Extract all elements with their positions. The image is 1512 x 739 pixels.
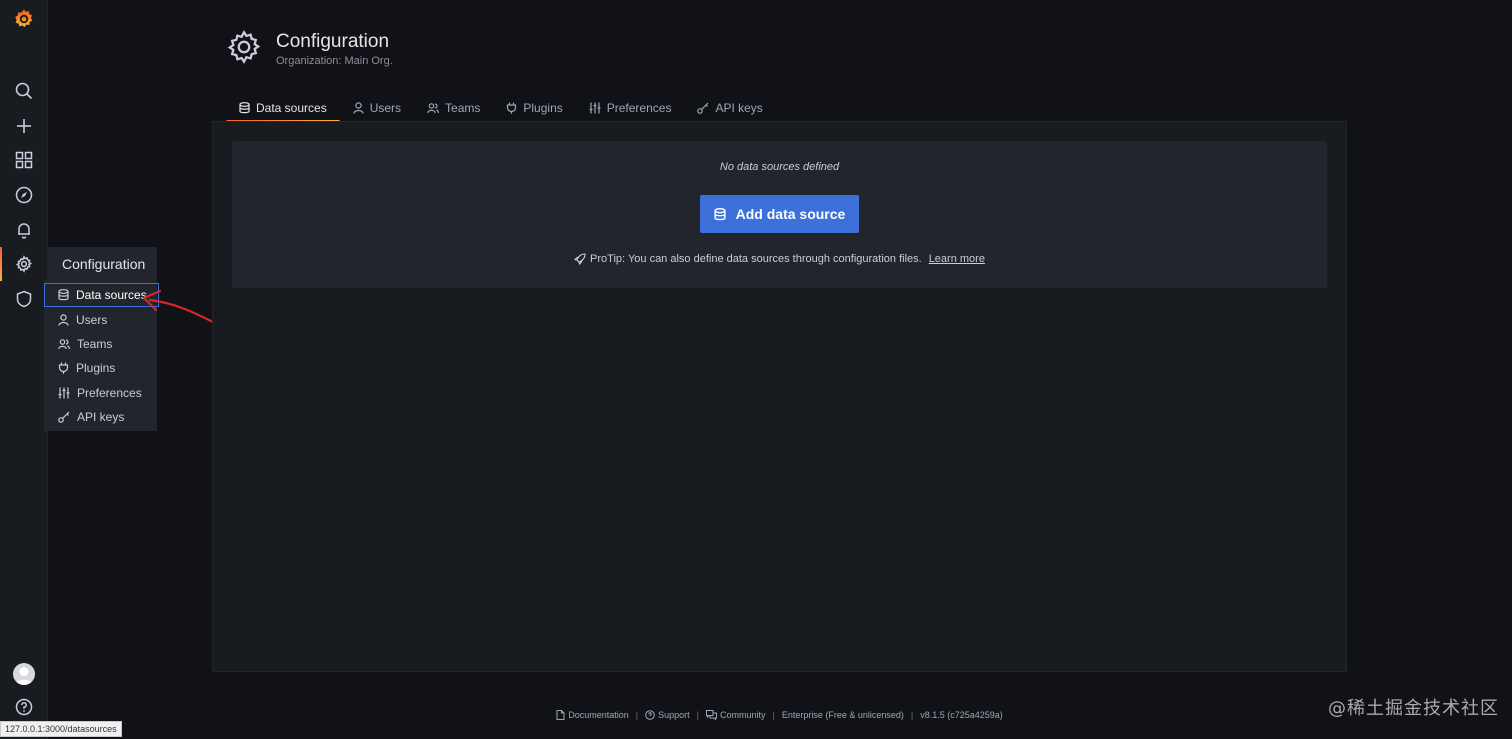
- rocket-icon: [574, 253, 586, 265]
- search-icon[interactable]: [0, 74, 48, 108]
- user-icon: [58, 314, 69, 326]
- flyout-item-label: Teams: [77, 337, 113, 351]
- users-icon: [427, 102, 440, 114]
- tab-plugins[interactable]: Plugins: [493, 94, 575, 122]
- page-subtitle: Organization: Main Org.: [276, 55, 393, 67]
- config-tabs: Data sources Users Teams Plugins Prefere…: [226, 94, 776, 123]
- database-icon: [714, 207, 726, 221]
- footer-support-link[interactable]: Support: [645, 710, 690, 720]
- shield-icon[interactable]: [0, 282, 48, 316]
- watermark: @稀土掘金技术社区: [1328, 698, 1499, 719]
- plug-icon: [506, 102, 517, 114]
- users-icon: [58, 338, 70, 350]
- question-circle-icon: [645, 710, 655, 720]
- footer-separator: |: [910, 710, 914, 720]
- tab-preferences[interactable]: Preferences: [576, 94, 685, 122]
- footer-separator: |: [696, 710, 699, 720]
- tab-label: Preferences: [606, 101, 672, 115]
- empty-state-card: No data sources defined Add data source …: [232, 141, 1327, 288]
- sidebar: [0, 0, 48, 739]
- tab-users[interactable]: Users: [340, 94, 414, 122]
- avatar[interactable]: [13, 663, 35, 685]
- document-icon: [556, 710, 565, 720]
- key-icon: [58, 411, 70, 423]
- database-icon: [239, 102, 250, 114]
- tab-label: Users: [369, 101, 402, 115]
- dashboards-icon[interactable]: [0, 143, 48, 177]
- tab-data-sources[interactable]: Data sources: [226, 94, 340, 123]
- flyout-item-label: Users: [76, 313, 108, 327]
- footer-community-label: Community: [719, 710, 766, 720]
- help-icon[interactable]: [0, 690, 48, 724]
- footer-separator: |: [635, 710, 639, 720]
- learn-more-link[interactable]: Learn more: [929, 253, 985, 265]
- flyout-item-label: Plugins: [76, 361, 116, 375]
- user-icon: [353, 102, 364, 114]
- alerting-icon[interactable]: [0, 213, 48, 247]
- tab-label: Teams: [445, 101, 481, 115]
- flyout-item-label: API keys: [77, 410, 125, 424]
- tab-label: API keys: [715, 101, 763, 115]
- flyout-header[interactable]: Configuration: [48, 247, 157, 281]
- comments-icon: [705, 710, 717, 720]
- page-title: Configuration: [276, 31, 390, 52]
- empty-state-message: No data sources defined: [719, 161, 840, 173]
- plug-icon: [58, 362, 69, 374]
- tab-label: Plugins: [523, 101, 563, 115]
- footer-version: v8.1.5 (c725a4259a): [920, 710, 1003, 720]
- plus-icon[interactable]: [0, 109, 48, 143]
- status-bar-url: 127.0.0.1:3000/datasources: [0, 721, 122, 737]
- footer-support-label: Support: [658, 710, 690, 720]
- tab-teams[interactable]: Teams: [414, 94, 493, 122]
- sliders-icon: [589, 102, 601, 114]
- grafana-logo[interactable]: [0, 2, 48, 36]
- footer-edition[interactable]: Enterprise (Free & unlicensed): [782, 710, 904, 720]
- key-icon: [697, 102, 709, 114]
- protip: ProTip: You can also define data sources…: [232, 253, 1327, 265]
- gear-icon[interactable]: [0, 247, 48, 281]
- flyout-item-label: Preferences: [77, 386, 142, 400]
- explore-icon[interactable]: [0, 178, 48, 212]
- footer-documentation-link[interactable]: Documentation: [556, 710, 629, 720]
- flyout-item-preferences[interactable]: Preferences: [48, 381, 157, 405]
- tab-label: Data sources: [256, 101, 327, 115]
- flyout-item-api-keys[interactable]: API keys: [48, 405, 157, 429]
- add-data-source-button[interactable]: Add data source: [700, 195, 859, 233]
- footer-community-link[interactable]: Community: [705, 710, 766, 720]
- footer-documentation-label: Documentation: [568, 710, 629, 720]
- add-data-source-label: Add data source: [735, 206, 846, 222]
- gear-icon: [226, 29, 262, 65]
- footer: Documentation | Support | Community | En…: [212, 710, 1347, 720]
- sliders-icon: [58, 387, 70, 399]
- footer-separator: |: [772, 710, 775, 720]
- tab-api-keys[interactable]: API keys: [684, 94, 775, 122]
- protip-text: ProTip: You can also define data sources…: [590, 253, 922, 265]
- database-icon: [58, 289, 69, 301]
